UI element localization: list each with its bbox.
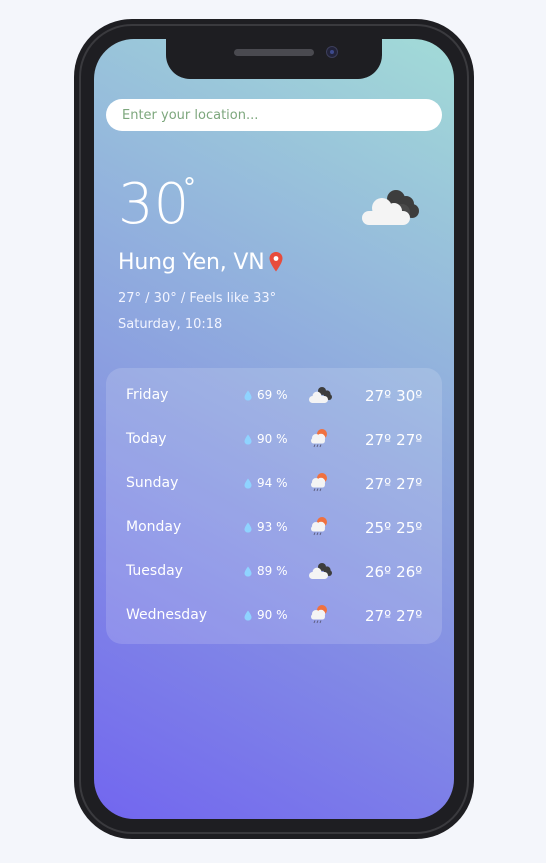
forecast-max-temp: 27º bbox=[396, 431, 423, 449]
location-search-input[interactable] bbox=[106, 99, 442, 131]
forecast-humidity: 90 % bbox=[244, 608, 288, 622]
front-camera bbox=[326, 46, 338, 58]
dark-clouds-icon bbox=[309, 387, 332, 403]
dark-clouds-icon bbox=[309, 563, 332, 579]
sun-rain-icon bbox=[311, 517, 327, 536]
water-drop-icon bbox=[244, 566, 252, 576]
location-name: Hung Yen, VN bbox=[118, 249, 265, 275]
forecast-max-temp: 27º bbox=[396, 607, 423, 625]
forecast-min-temp: 27º bbox=[365, 607, 392, 625]
phone-notch bbox=[166, 39, 382, 79]
forecast-row[interactable]: Sunday 94 % 27º 27º bbox=[106, 462, 442, 506]
forecast-min-temp: 26º bbox=[365, 563, 392, 581]
water-drop-icon bbox=[244, 610, 252, 620]
water-drop-icon bbox=[244, 390, 252, 400]
humidity-value: 94 % bbox=[257, 476, 288, 490]
forecast-min-temp: 27º bbox=[365, 475, 392, 493]
forecast-row[interactable]: Monday 93 % 25º 25º bbox=[106, 506, 442, 550]
water-drop-icon bbox=[244, 434, 252, 444]
current-temperature: 30 bbox=[118, 172, 190, 237]
forecast-day: Monday bbox=[126, 519, 182, 535]
forecast-day: Wednesday bbox=[126, 607, 208, 623]
forecast-min-temp: 25º bbox=[365, 519, 392, 537]
forecast-max-temp: 25º bbox=[396, 519, 423, 537]
map-pin-icon bbox=[269, 252, 283, 272]
forecast-temps: 26º 26º bbox=[365, 563, 422, 581]
speaker-grille bbox=[234, 49, 314, 56]
location-display: Hung Yen, VN bbox=[118, 247, 283, 277]
forecast-max-temp: 27º bbox=[396, 475, 423, 493]
forecast-temps: 25º 25º bbox=[365, 519, 422, 537]
forecast-day: Sunday bbox=[126, 475, 179, 491]
forecast-humidity: 93 % bbox=[244, 520, 288, 534]
forecast-temps: 27º 27º bbox=[365, 475, 422, 493]
forecast-min-temp: 27º bbox=[365, 387, 392, 405]
humidity-value: 89 % bbox=[257, 564, 288, 578]
forecast-list: Friday 69 % 27º 30º Today 90 % 27º 27º S… bbox=[106, 368, 442, 644]
forecast-row[interactable]: Wednesday 90 % 27º 27º bbox=[106, 594, 442, 638]
forecast-day: Today bbox=[126, 431, 167, 447]
humidity-value: 93 % bbox=[257, 520, 288, 534]
app-screen: 30 ° Hung Yen, VN 27° / 30° / Feels like… bbox=[94, 39, 454, 819]
degree-symbol: ° bbox=[183, 173, 196, 203]
temperature-range-feels-like: 27° / 30° / Feels like 33° bbox=[118, 291, 277, 306]
forecast-row[interactable]: Friday 69 % 27º 30º bbox=[106, 374, 442, 418]
water-drop-icon bbox=[244, 522, 252, 532]
forecast-max-temp: 26º bbox=[396, 563, 423, 581]
sun-rain-icon bbox=[311, 473, 327, 492]
forecast-temps: 27º 27º bbox=[365, 431, 422, 449]
forecast-row[interactable]: Tuesday 89 % 26º 26º bbox=[106, 550, 442, 594]
sun-rain-icon bbox=[311, 605, 327, 624]
humidity-value: 90 % bbox=[257, 432, 288, 446]
forecast-temps: 27º 27º bbox=[365, 607, 422, 625]
humidity-value: 90 % bbox=[257, 608, 288, 622]
forecast-humidity: 90 % bbox=[244, 432, 288, 446]
forecast-row[interactable]: Today 90 % 27º 27º bbox=[106, 418, 442, 462]
forecast-humidity: 69 % bbox=[244, 388, 288, 402]
forecast-humidity: 89 % bbox=[244, 564, 288, 578]
current-datetime: Saturday, 10:18 bbox=[118, 317, 223, 332]
forecast-humidity: 94 % bbox=[244, 476, 288, 490]
humidity-value: 69 % bbox=[257, 388, 288, 402]
forecast-day: Friday bbox=[126, 387, 169, 403]
sun-rain-icon bbox=[311, 429, 327, 448]
forecast-max-temp: 30º bbox=[396, 387, 423, 405]
dark-clouds-icon bbox=[362, 190, 419, 225]
forecast-temps: 27º 30º bbox=[365, 387, 422, 405]
forecast-min-temp: 27º bbox=[365, 431, 392, 449]
water-drop-icon bbox=[244, 478, 252, 488]
forecast-day: Tuesday bbox=[126, 563, 183, 579]
phone-frame: 30 ° Hung Yen, VN 27° / 30° / Feels like… bbox=[74, 19, 474, 839]
